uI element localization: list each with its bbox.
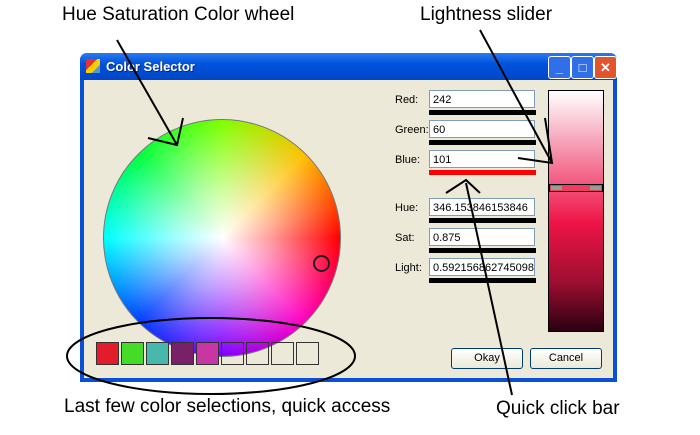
quickbar-arrowhead — [445, 178, 481, 194]
wheel-arrow — [116, 39, 178, 146]
recent-colors-ellipse — [66, 317, 356, 395]
wheel-arrowhead — [147, 117, 184, 147]
quickbar-arrow — [465, 182, 513, 396]
slider-arrowhead — [517, 117, 554, 165]
annotation-arrows — [66, 29, 554, 396]
slider-arrow — [479, 29, 553, 164]
